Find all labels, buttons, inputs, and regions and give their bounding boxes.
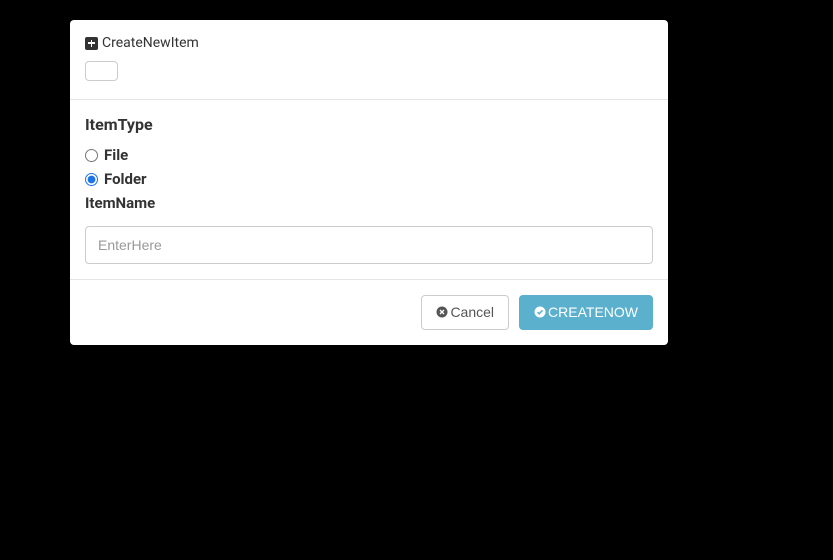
cancel-button[interactable]: Cancel — [421, 295, 509, 330]
cancel-button-label: Cancel — [450, 304, 494, 321]
radio-file-label: File — [104, 146, 128, 164]
item-name-label: ItemName — [85, 194, 653, 212]
create-now-button[interactable]: CREATENOW — [519, 295, 653, 330]
radio-file-input[interactable] — [85, 149, 98, 162]
check-circle-icon — [534, 306, 546, 318]
item-type-label: ItemType — [85, 115, 653, 134]
modal-title-text: CreateNewItem — [102, 35, 199, 51]
close-button-wrap — [85, 61, 653, 84]
radio-option-file[interactable]: File — [85, 146, 653, 164]
radio-folder-label: Folder — [104, 170, 147, 188]
create-now-button-label: CREATENOW — [548, 304, 638, 321]
cancel-circle-icon — [436, 306, 448, 318]
item-type-radio-group: File Folder — [85, 146, 653, 188]
close-button[interactable] — [85, 61, 118, 81]
modal-title: CreateNewItem — [85, 35, 653, 51]
modal-footer: Cancel CREATENOW — [70, 279, 668, 345]
item-name-input[interactable] — [85, 226, 653, 264]
modal-header: CreateNewItem — [70, 20, 668, 100]
radio-option-folder[interactable]: Folder — [85, 170, 653, 188]
radio-folder-input[interactable] — [85, 173, 98, 186]
modal-body: ItemType File Folder ItemName — [70, 100, 668, 279]
plus-square-icon — [85, 37, 98, 50]
create-item-modal: CreateNewItem ItemType File Folder ItemN… — [70, 20, 668, 345]
